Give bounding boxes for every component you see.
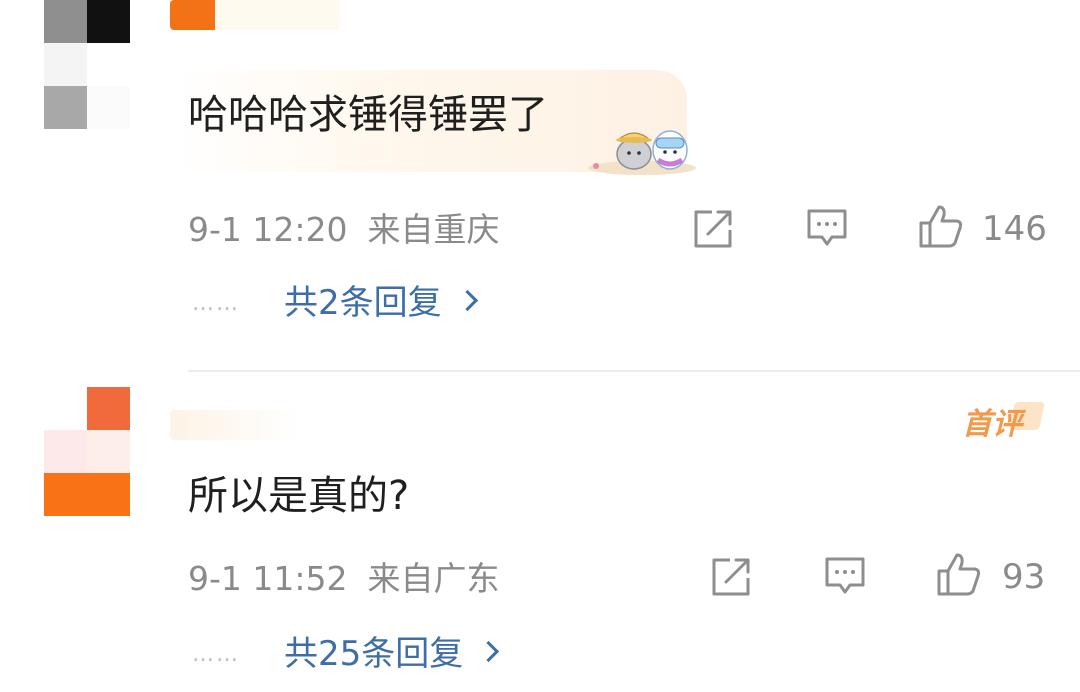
repost-icon[interactable] — [710, 557, 752, 597]
comment-location: 来自重庆 — [367, 210, 500, 249]
comment-date: 9-1 12:20 — [188, 210, 348, 249]
replies-dots: …… — [192, 642, 240, 667]
comment-text: 所以是真的? — [188, 473, 410, 519]
chevron-right-icon — [456, 289, 478, 312]
like-icon[interactable] — [918, 203, 964, 249]
avatar[interactable] — [44, 387, 130, 517]
comment-meta: 9-1 12:20 来自重庆 — [188, 213, 500, 246]
comment-item: 首评 所以是真的? 9-1 11:52 来自广东 93 …… 共25条回复 — [0, 370, 1080, 692]
like-count: 146 — [982, 209, 1047, 249]
comment-location: 来自广东 — [367, 559, 500, 598]
avatar[interactable] — [44, 0, 130, 86]
like-count: 93 — [1002, 557, 1046, 597]
comment-item: 哈哈哈求锤得锤罢了 9-1 12:20 来自重庆 146 …… 共2条回复 — [0, 0, 1080, 370]
chevron-right-icon — [478, 640, 500, 663]
repost-icon[interactable] — [692, 209, 734, 249]
comment-icon[interactable] — [806, 208, 848, 248]
comment-icon[interactable] — [824, 556, 866, 596]
comment-date: 9-1 11:52 — [188, 559, 348, 598]
username[interactable] — [170, 0, 340, 30]
cartoon-sticker-icon — [588, 130, 696, 175]
view-replies-label: 共2条回复 — [284, 283, 442, 323]
comment-meta: 9-1 11:52 来自广东 — [188, 562, 500, 595]
view-replies-label: 共25条回复 — [284, 634, 464, 674]
comment-text: 哈哈哈求锤得锤罢了 — [188, 92, 548, 138]
divider — [188, 370, 1080, 372]
username[interactable] — [170, 410, 300, 440]
like-icon[interactable] — [936, 551, 982, 597]
avatar-lower — [44, 86, 130, 129]
view-replies-link[interactable]: 共2条回复 — [284, 283, 478, 323]
first-comment-badge: 首评 — [962, 407, 1022, 442]
replies-dots: …… — [192, 291, 240, 316]
view-replies-link[interactable]: 共25条回复 — [284, 634, 500, 674]
